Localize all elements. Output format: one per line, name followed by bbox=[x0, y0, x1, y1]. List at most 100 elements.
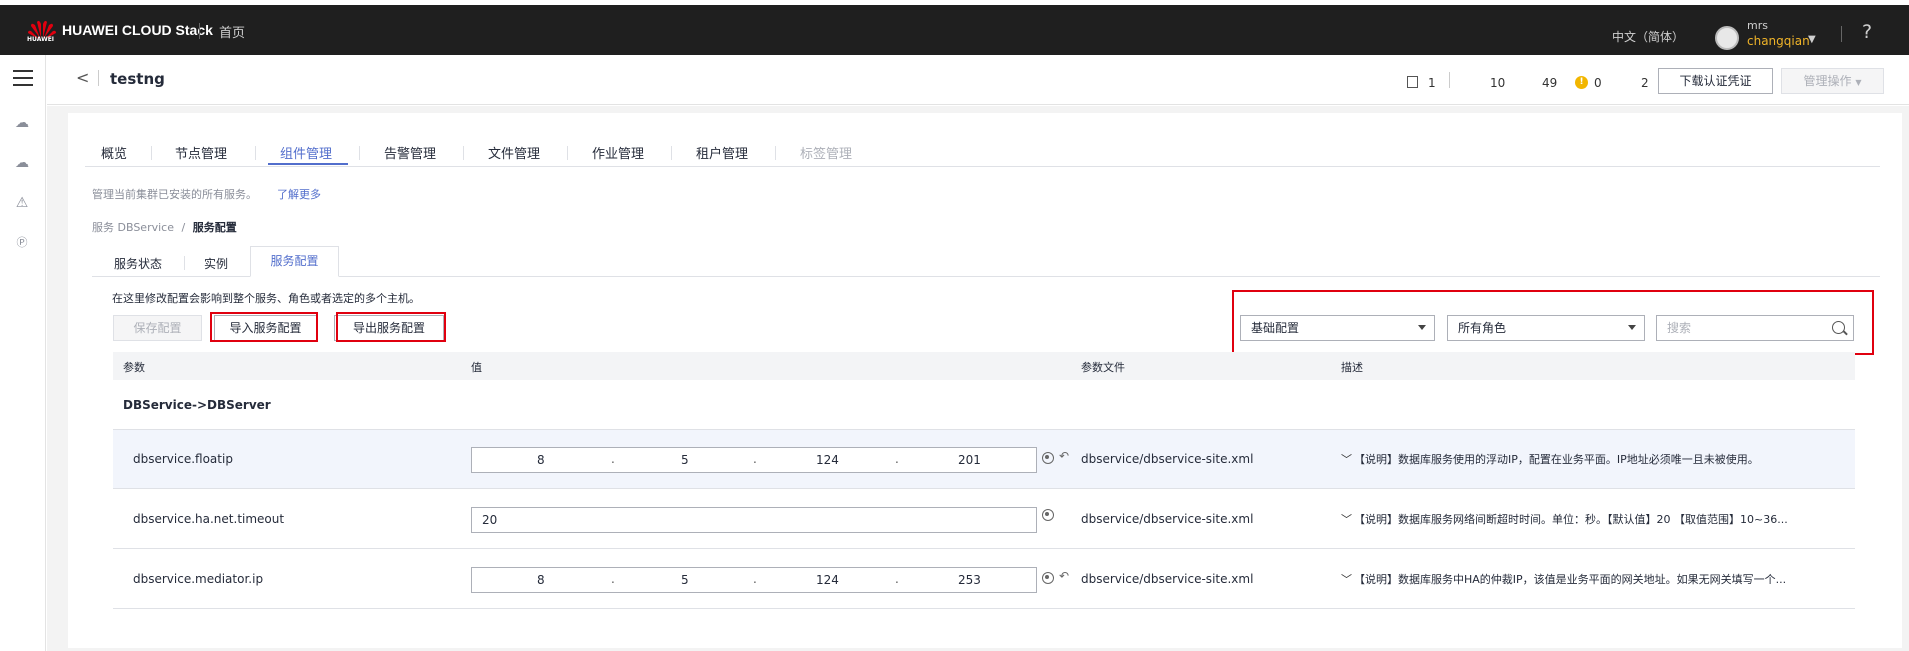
divider bbox=[199, 23, 200, 39]
host-count: 1 bbox=[1428, 76, 1436, 90]
divider bbox=[92, 276, 1880, 277]
divider bbox=[184, 256, 185, 270]
subtab-service-config[interactable]: 服务配置 bbox=[250, 246, 339, 277]
tab-component-management[interactable]: 组件管理 bbox=[280, 143, 332, 162]
back-icon[interactable]: < bbox=[76, 68, 89, 87]
user-name[interactable]: changqian bbox=[1747, 34, 1810, 48]
ip-separator: . bbox=[611, 572, 615, 586]
tab-tenant-management[interactable]: 租户管理 bbox=[696, 143, 748, 162]
learn-more-link[interactable]: 了解更多 bbox=[277, 186, 321, 202]
ip-separator: . bbox=[753, 452, 757, 466]
value-text[interactable]: 20 bbox=[482, 513, 497, 527]
param-file: dbservice/dbservice-site.xml bbox=[1081, 512, 1254, 526]
ip-octet[interactable]: 124 bbox=[816, 573, 839, 587]
warning-count: 0 bbox=[1594, 76, 1602, 90]
divider bbox=[775, 146, 776, 160]
host-icon bbox=[1407, 76, 1418, 88]
param-description[interactable]: ﹀ 【说明】数据库服务中HA的仲裁IP，该值是业务平面的网关地址。如果无网关填写一… bbox=[1341, 571, 1786, 587]
highlight-box bbox=[210, 312, 318, 342]
ip-octet[interactable]: 8 bbox=[537, 453, 545, 467]
tab-file-management[interactable]: 文件管理 bbox=[488, 143, 540, 162]
chevron-down-icon[interactable]: ﹀ bbox=[1341, 571, 1352, 587]
undo-icon[interactable]: ↶ bbox=[1059, 449, 1069, 463]
ip-input[interactable]: 8 . 5 . 124 . 253 bbox=[471, 567, 1037, 593]
help-icon[interactable]: ? bbox=[1862, 21, 1872, 43]
highlight-box bbox=[336, 312, 446, 342]
settings-icon[interactable] bbox=[1042, 452, 1054, 464]
tab-overview[interactable]: 概览 bbox=[101, 143, 127, 162]
brand-name[interactable]: HUAWEI CLOUD Stack bbox=[62, 22, 213, 38]
save-config-button[interactable]: 保存配置 bbox=[113, 315, 202, 341]
description-text: 【说明】数据库服务中HA的仲裁IP，该值是业务平面的网关地址。如果无网关填写一个… bbox=[1354, 573, 1787, 586]
ip-octet[interactable]: 5 bbox=[681, 573, 689, 587]
param-description[interactable]: ﹀ 【说明】数据库服务网络间断超时时间。单位：秒。【默认值】20 【取值范围】10… bbox=[1341, 511, 1788, 527]
divider bbox=[85, 166, 1880, 167]
menu-icon[interactable] bbox=[13, 70, 33, 86]
language-selector[interactable]: 中文（简体） bbox=[1612, 28, 1684, 45]
ip-octet[interactable]: 201 bbox=[958, 453, 981, 467]
top-navigation-bar: HUAWEI HUAWEI CLOUD Stack 首页 中文（简体） mrs … bbox=[0, 5, 1909, 55]
chevron-down-icon: ▼ bbox=[1855, 78, 1862, 87]
column-header-description: 描述 bbox=[1341, 361, 1363, 374]
warning-icon: ! bbox=[1575, 76, 1588, 89]
settings-icon[interactable] bbox=[1042, 509, 1054, 521]
divider bbox=[98, 70, 99, 86]
value-input[interactable]: 20 bbox=[471, 507, 1037, 533]
page-header bbox=[47, 55, 1909, 105]
param-name: dbservice.floatip bbox=[133, 452, 233, 466]
highlight-box bbox=[1232, 290, 1874, 355]
ip-octet[interactable]: 8 bbox=[537, 573, 545, 587]
chevron-down-icon[interactable]: ﹀ bbox=[1341, 511, 1352, 527]
table-group-row: DBService->DBServer bbox=[113, 380, 1855, 430]
chevron-down-icon[interactable]: ▼ bbox=[1808, 34, 1816, 45]
divider bbox=[671, 146, 672, 160]
cloud-icon[interactable]: ☁ bbox=[13, 154, 31, 172]
tab-job-management[interactable]: 作业管理 bbox=[592, 143, 644, 162]
column-header-value: 值 bbox=[471, 361, 482, 374]
param-file: dbservice/dbservice-site.xml bbox=[1081, 452, 1254, 466]
ip-octet[interactable]: 124 bbox=[816, 453, 839, 467]
ip-separator: . bbox=[611, 452, 615, 466]
table-row: dbservice.mediator.ip 8 . 5 . 124 . 253 … bbox=[113, 550, 1855, 609]
param-description[interactable]: ﹀ 【说明】数据库服务使用的浮动IP，配置在业务平面。IP地址必须唯一且未被使用。 bbox=[1341, 451, 1759, 467]
logo-text: HUAWEI bbox=[27, 36, 55, 43]
divider bbox=[463, 146, 464, 160]
undo-icon[interactable]: ↶ bbox=[1059, 569, 1069, 583]
ip-separator: . bbox=[895, 452, 899, 466]
subtab-instance[interactable]: 实例 bbox=[204, 255, 228, 272]
active-tab-indicator bbox=[268, 163, 348, 165]
settings-icon[interactable] bbox=[1042, 572, 1054, 584]
breadcrumb: 服务 DBService / 服务配置 bbox=[92, 219, 237, 235]
user-account-name[interactable]: mrs bbox=[1747, 19, 1768, 32]
tab-alarm-management[interactable]: 告警管理 bbox=[384, 143, 436, 162]
tab-node-management[interactable]: 节点管理 bbox=[175, 143, 227, 162]
avatar[interactable] bbox=[1715, 26, 1739, 50]
param-file: dbservice/dbservice-site.xml bbox=[1081, 572, 1254, 586]
page-description: 管理当前集群已安装的所有服务。 bbox=[92, 188, 257, 201]
table-header: 参数 值 参数文件 描述 bbox=[113, 352, 1855, 380]
config-hint: 在这里修改配置会影响到整个服务、角色或者选定的多个主机。 bbox=[112, 292, 420, 305]
page-title: testng bbox=[110, 70, 165, 88]
ip-input[interactable]: 8 . 5 . 124 . 201 bbox=[471, 447, 1037, 473]
breadcrumb-separator: / bbox=[181, 221, 186, 234]
breadcrumb-parent[interactable]: 服务 DBService bbox=[92, 221, 174, 234]
chevron-down-icon[interactable]: ﹀ bbox=[1341, 451, 1352, 467]
param-name: dbservice.mediator.ip bbox=[133, 572, 264, 586]
home-link[interactable]: 首页 bbox=[219, 22, 245, 41]
download-credentials-button[interactable]: 下载认证凭证 bbox=[1658, 68, 1773, 94]
tower-icon[interactable]: ⚠ bbox=[13, 194, 31, 212]
ip-octet[interactable]: 253 bbox=[958, 573, 981, 587]
ip-octet[interactable]: 5 bbox=[681, 453, 689, 467]
manage-operations-button[interactable]: 管理操作 ▼ bbox=[1781, 68, 1884, 94]
cloud-storage-icon[interactable]: ☁ bbox=[13, 114, 31, 132]
status-count: 10 bbox=[1490, 76, 1506, 90]
ip-separator: . bbox=[753, 572, 757, 586]
divider bbox=[1841, 26, 1842, 42]
subtab-service-status[interactable]: 服务状态 bbox=[114, 255, 162, 272]
status-count: 49 bbox=[1542, 76, 1558, 90]
group-label: DBService->DBServer bbox=[123, 398, 271, 412]
table-row: dbservice.floatip 8 . 5 . 124 . 201 ↶ db… bbox=[113, 430, 1855, 489]
status-count: 2 bbox=[1641, 76, 1649, 90]
ip-icon[interactable]: Ⓟ bbox=[13, 234, 31, 252]
divider bbox=[567, 146, 568, 160]
